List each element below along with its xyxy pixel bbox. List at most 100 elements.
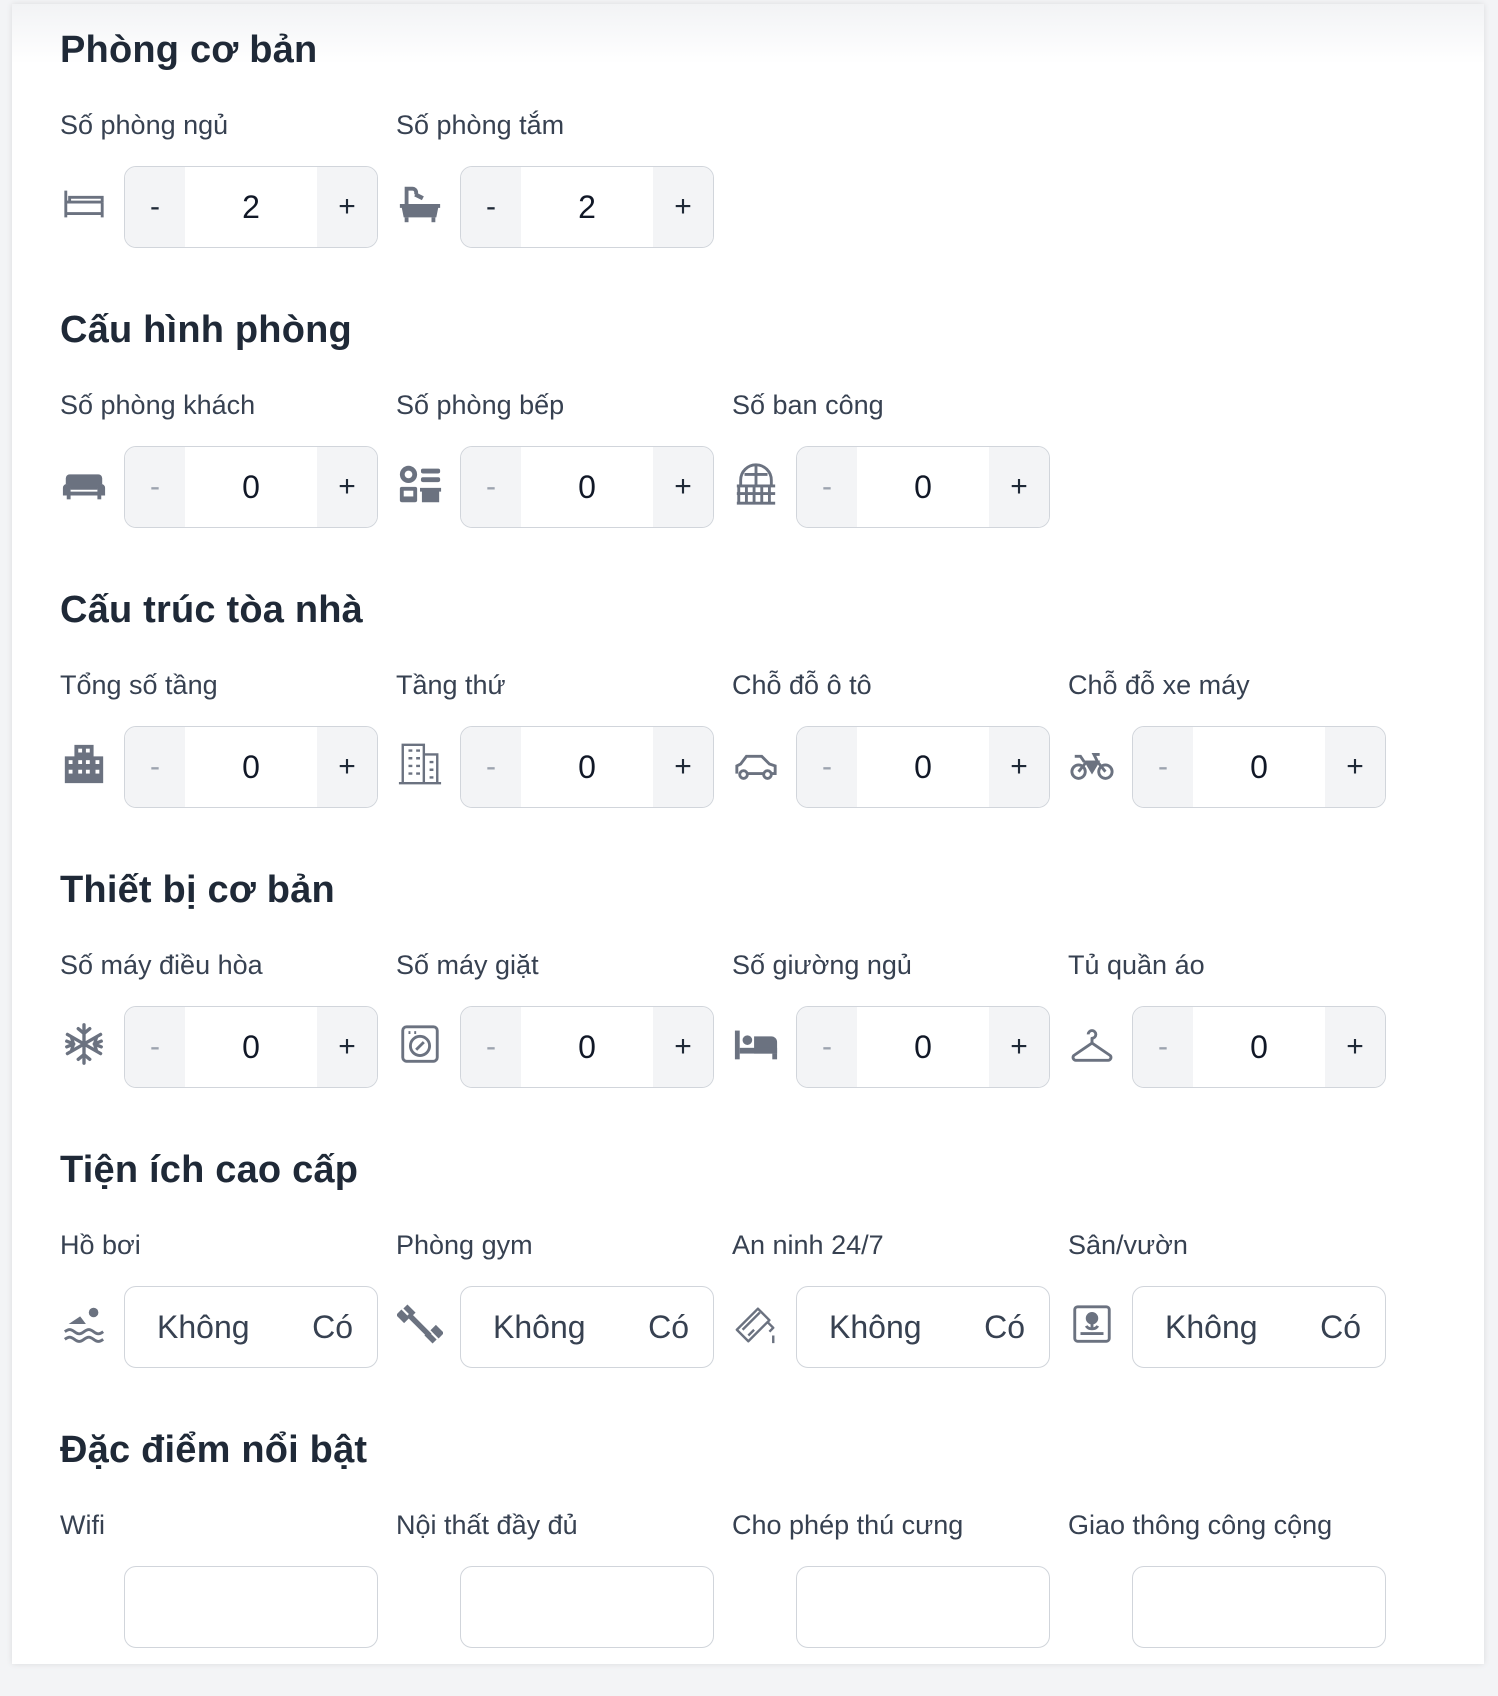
field-wardrobes: Tủ quần áo - 0 + <box>1068 948 1398 1098</box>
decrement-button[interactable]: - <box>461 1007 521 1087</box>
stepper-value[interactable]: 2 <box>521 167 653 247</box>
toggle-yes-option[interactable]: Có <box>648 1309 689 1346</box>
increment-button[interactable]: + <box>1325 727 1385 807</box>
bathrooms-stepper[interactable]: - 2 + <box>460 166 714 248</box>
decrement-button[interactable]: - <box>125 727 185 807</box>
stepper-value[interactable]: 0 <box>185 447 317 527</box>
toggle-no-option[interactable]: Không <box>829 1309 922 1346</box>
increment-button[interactable]: + <box>989 727 1049 807</box>
living-rooms-stepper[interactable]: - 0 + <box>124 446 378 528</box>
stepper-value[interactable]: 0 <box>185 1007 317 1087</box>
section-title: Cấu trúc tòa nhà <box>60 589 364 631</box>
pets-allowed-toggle[interactable] <box>796 1566 1050 1648</box>
hanger-icon <box>1068 1020 1116 1068</box>
section-title: Phòng cơ bản <box>60 29 318 71</box>
increment-button[interactable]: + <box>1325 1007 1385 1087</box>
field-label: Cho phép thú cưng <box>732 1510 964 1540</box>
increment-button[interactable]: + <box>653 167 713 247</box>
pool-toggle[interactable]: Không Có <box>124 1286 378 1368</box>
decrement-button[interactable]: - <box>1133 1007 1193 1087</box>
toggle-no-option[interactable]: Không <box>1165 1309 1258 1346</box>
bathtub-icon <box>396 180 444 228</box>
field-row: Hồ bơi Không Có Phòng gym Không Có An ni… <box>60 1228 1460 1378</box>
field-total-floors: Tổng số tầng - 0 + <box>60 668 390 818</box>
total-floors-stepper[interactable]: - 0 + <box>124 726 378 808</box>
increment-button[interactable]: + <box>653 1007 713 1087</box>
field-living-rooms: Số phòng khách - 0 + <box>60 388 390 538</box>
floor-number-stepper[interactable]: - 0 + <box>460 726 714 808</box>
decrement-button[interactable]: - <box>1133 727 1193 807</box>
car-parking-stepper[interactable]: - 0 + <box>796 726 1050 808</box>
wifi-toggle[interactable] <box>124 1566 378 1648</box>
field-garden: Sân/vườn Không Có <box>1068 1228 1398 1378</box>
increment-button[interactable]: + <box>653 727 713 807</box>
toggle-yes-option[interactable]: Có <box>1320 1309 1361 1346</box>
decrement-button[interactable]: - <box>797 727 857 807</box>
increment-button[interactable]: + <box>317 1007 377 1087</box>
increment-button[interactable]: + <box>989 1007 1049 1087</box>
increment-button[interactable]: + <box>653 447 713 527</box>
section-highlights: Đặc điểm nổi bật Wifi Nội thất đầy đủ Ch… <box>60 1404 1460 1696</box>
toggle-no-option[interactable]: Không <box>493 1309 586 1346</box>
stepper-value[interactable]: 0 <box>857 447 989 527</box>
balconies-stepper[interactable]: - 0 + <box>796 446 1050 528</box>
swimmer-icon <box>60 1300 108 1348</box>
stepper-value[interactable]: 0 <box>521 727 653 807</box>
field-gym: Phòng gym Không Có <box>396 1228 726 1378</box>
public-transport-toggle[interactable] <box>1132 1566 1386 1648</box>
air-conditioners-stepper[interactable]: - 0 + <box>124 1006 378 1088</box>
increment-button[interactable]: + <box>317 727 377 807</box>
snowflake-icon <box>60 1020 108 1068</box>
motorbike-parking-stepper[interactable]: - 0 + <box>1132 726 1386 808</box>
field-bathrooms: Số phòng tắm - 2 + <box>396 108 726 258</box>
decrement-button[interactable]: - <box>125 1007 185 1087</box>
field-label: An ninh 24/7 <box>732 1230 884 1260</box>
stepper-value[interactable]: 2 <box>185 167 317 247</box>
toggle-no-option[interactable]: Không <box>157 1309 250 1346</box>
furnished-toggle[interactable] <box>460 1566 714 1648</box>
decrement-button[interactable]: - <box>461 167 521 247</box>
section-room-config: Cấu hình phòng Số phòng khách - 0 + Số p… <box>60 284 1460 576</box>
increment-button[interactable]: + <box>317 447 377 527</box>
stepper-value[interactable]: 0 <box>185 727 317 807</box>
stepper-value[interactable]: 0 <box>1193 727 1325 807</box>
decrement-button[interactable]: - <box>461 727 521 807</box>
kitchen-icon <box>396 460 444 508</box>
field-label: Tầng thứ <box>396 670 506 700</box>
washing-machines-stepper[interactable]: - 0 + <box>460 1006 714 1088</box>
increment-button[interactable]: + <box>317 167 377 247</box>
stepper-value[interactable]: 0 <box>1193 1007 1325 1087</box>
gym-toggle[interactable]: Không Có <box>460 1286 714 1368</box>
security-camera-icon <box>732 1300 780 1348</box>
field-label: Nội thất đầy đủ <box>396 1510 578 1540</box>
decrement-button[interactable]: - <box>125 447 185 527</box>
field-label: Hồ bơi <box>60 1230 141 1260</box>
toggle-yes-option[interactable]: Có <box>312 1309 353 1346</box>
wardrobes-stepper[interactable]: - 0 + <box>1132 1006 1386 1088</box>
decrement-button[interactable]: - <box>797 447 857 527</box>
beds-stepper[interactable]: - 0 + <box>796 1006 1050 1088</box>
security-toggle[interactable]: Không Có <box>796 1286 1050 1368</box>
property-details-form: Phòng cơ bản Số phòng ngủ - 2 + Số phòng… <box>60 4 1460 1696</box>
field-label: Số ban công <box>732 390 884 420</box>
field-row: Số phòng ngủ - 2 + Số phòng tắm - 2 + <box>60 108 1460 258</box>
stepper-value[interactable]: 0 <box>857 1007 989 1087</box>
decrement-button[interactable]: - <box>125 167 185 247</box>
garden-toggle[interactable]: Không Có <box>1132 1286 1386 1368</box>
garden-icon <box>1068 1300 1116 1348</box>
stepper-value[interactable]: 0 <box>857 727 989 807</box>
kitchens-stepper[interactable]: - 0 + <box>460 446 714 528</box>
field-row: Số phòng khách - 0 + Số phòng bếp - 0 + … <box>60 388 1460 538</box>
bedrooms-stepper[interactable]: - 2 + <box>124 166 378 248</box>
stepper-value[interactable]: 0 <box>521 1007 653 1087</box>
field-air-conditioners: Số máy điều hòa - 0 + <box>60 948 390 1098</box>
toggle-yes-option[interactable]: Có <box>984 1309 1025 1346</box>
decrement-button[interactable]: - <box>461 447 521 527</box>
motorbike-icon <box>1068 740 1116 788</box>
decrement-button[interactable]: - <box>797 1007 857 1087</box>
field-beds: Số giường ngủ - 0 + <box>732 948 1062 1098</box>
stepper-value[interactable]: 0 <box>521 447 653 527</box>
increment-button[interactable]: + <box>989 447 1049 527</box>
field-label: Giao thông công cộng <box>1068 1510 1333 1540</box>
section-premium-amenities: Tiện ích cao cấp Hồ bơi Không Có Phòng g… <box>60 1124 1460 1416</box>
